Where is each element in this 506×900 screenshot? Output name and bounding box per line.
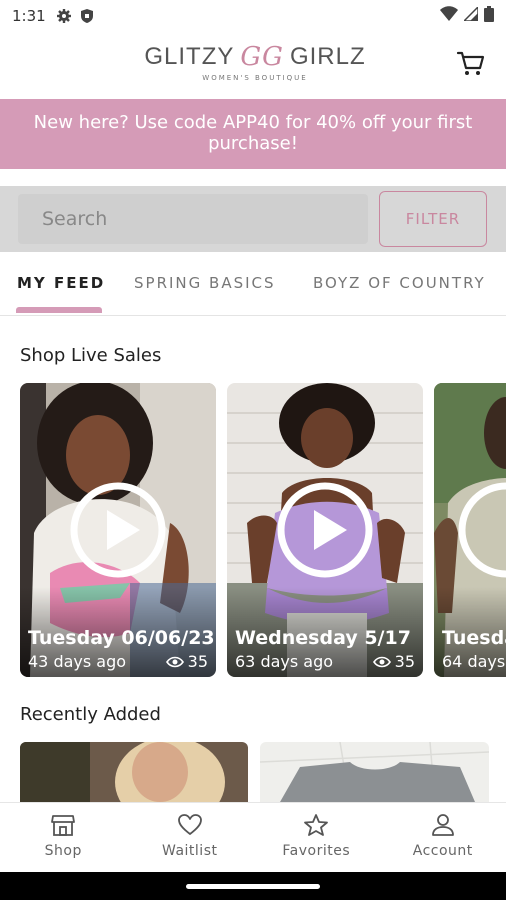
view-count-value: 35	[394, 652, 415, 671]
section-title-recently-added: Recently Added	[20, 704, 161, 725]
brand-logo[interactable]: GLITZY GG GIRLZ WOMEN'S BOUTIQUE	[144, 42, 364, 92]
live-sale-meta: 63 days ago 35	[235, 652, 415, 671]
eye-icon	[165, 656, 184, 667]
shield-icon	[80, 8, 94, 24]
play-icon[interactable]	[277, 482, 373, 578]
promo-banner[interactable]: New here? Use code APP40 for 40% off you…	[0, 99, 506, 169]
nav-shop[interactable]: Shop	[0, 803, 127, 872]
account-icon	[431, 814, 454, 836]
tab-my-feed[interactable]: MY FEED	[17, 274, 105, 292]
live-sale-card[interactable]: Wednesday 5/17 63 days ago 35	[227, 383, 423, 677]
wifi-icon	[440, 6, 458, 26]
logo-word-left: GLITZY	[144, 43, 235, 70]
live-sale-age: 63 days ago	[235, 652, 334, 671]
live-sale-title: Tuesday 06/06/23	[28, 627, 215, 649]
play-icon[interactable]	[70, 482, 166, 578]
battery-icon	[484, 6, 494, 26]
cart-button[interactable]	[456, 48, 486, 78]
live-sale-meta: 43 days ago 35	[28, 652, 208, 671]
live-sale-meta: 64 days	[442, 652, 505, 671]
live-sale-title: Wednesday 5/17	[235, 627, 411, 649]
live-sale-title: Tuesday	[442, 627, 506, 649]
view-count: 35	[372, 652, 415, 671]
active-tab-indicator	[16, 307, 102, 313]
logo-word-right: GIRLZ	[289, 43, 366, 70]
app-header: GLITZY GG GIRLZ WOMEN'S BOUTIQUE	[0, 32, 506, 100]
shop-icon	[51, 815, 76, 836]
view-count-value: 35	[187, 652, 208, 671]
logo-monogram: GG	[240, 42, 284, 72]
nav-account[interactable]: Account	[380, 803, 506, 872]
search-input[interactable]: Search	[18, 194, 368, 244]
live-sale-card[interactable]: Tuesday 64 days	[434, 383, 506, 677]
eye-icon	[372, 656, 391, 667]
nav-waitlist-label: Waitlist	[162, 843, 218, 859]
product-image	[260, 742, 489, 802]
nav-shop-label: Shop	[44, 843, 82, 859]
category-tabs: MY FEED SPRING BASICS BOYZ OF COUNTRY	[0, 262, 506, 316]
product-card[interactable]	[260, 742, 489, 802]
star-icon	[304, 814, 329, 836]
status-bar: 1:31	[0, 0, 506, 32]
logo-tagline: WOMEN'S BOUTIQUE	[202, 74, 308, 82]
product-card[interactable]	[20, 742, 248, 802]
play-icon[interactable]	[458, 482, 506, 578]
tab-spring-basics[interactable]: SPRING BASICS	[134, 274, 276, 292]
filter-button[interactable]: FILTER	[379, 191, 487, 247]
promo-text: New here? Use code APP40 for 40% off you…	[33, 112, 473, 154]
settings-gear-icon	[56, 8, 72, 24]
heart-icon	[177, 814, 202, 835]
home-gesture-handle[interactable]	[186, 884, 320, 889]
nav-favorites[interactable]: Favorites	[253, 803, 380, 872]
status-time: 1:31	[12, 7, 46, 25]
live-sale-card[interactable]: Tuesday 06/06/23 43 days ago 35	[20, 383, 216, 677]
section-title-live-sales: Shop Live Sales	[20, 345, 162, 366]
live-sale-age: 43 days ago	[28, 652, 127, 671]
filter-button-label: FILTER	[405, 210, 461, 228]
nav-favorites-label: Favorites	[282, 843, 351, 859]
live-sale-age: 64 days	[442, 652, 506, 671]
search-bar: Search FILTER	[0, 186, 506, 252]
bottom-navigation: Shop Waitlist Favorites Account	[0, 802, 506, 872]
tab-boyz-of-country[interactable]: BOYZ OF COUNTRY	[313, 274, 486, 292]
nav-account-label: Account	[412, 843, 473, 859]
cell-signal-icon	[462, 5, 479, 25]
product-image	[20, 742, 248, 802]
cart-icon	[456, 51, 485, 75]
search-placeholder: Search	[42, 208, 108, 230]
system-gesture-bar	[0, 872, 506, 900]
nav-waitlist[interactable]: Waitlist	[127, 803, 254, 872]
view-count: 35	[165, 652, 208, 671]
